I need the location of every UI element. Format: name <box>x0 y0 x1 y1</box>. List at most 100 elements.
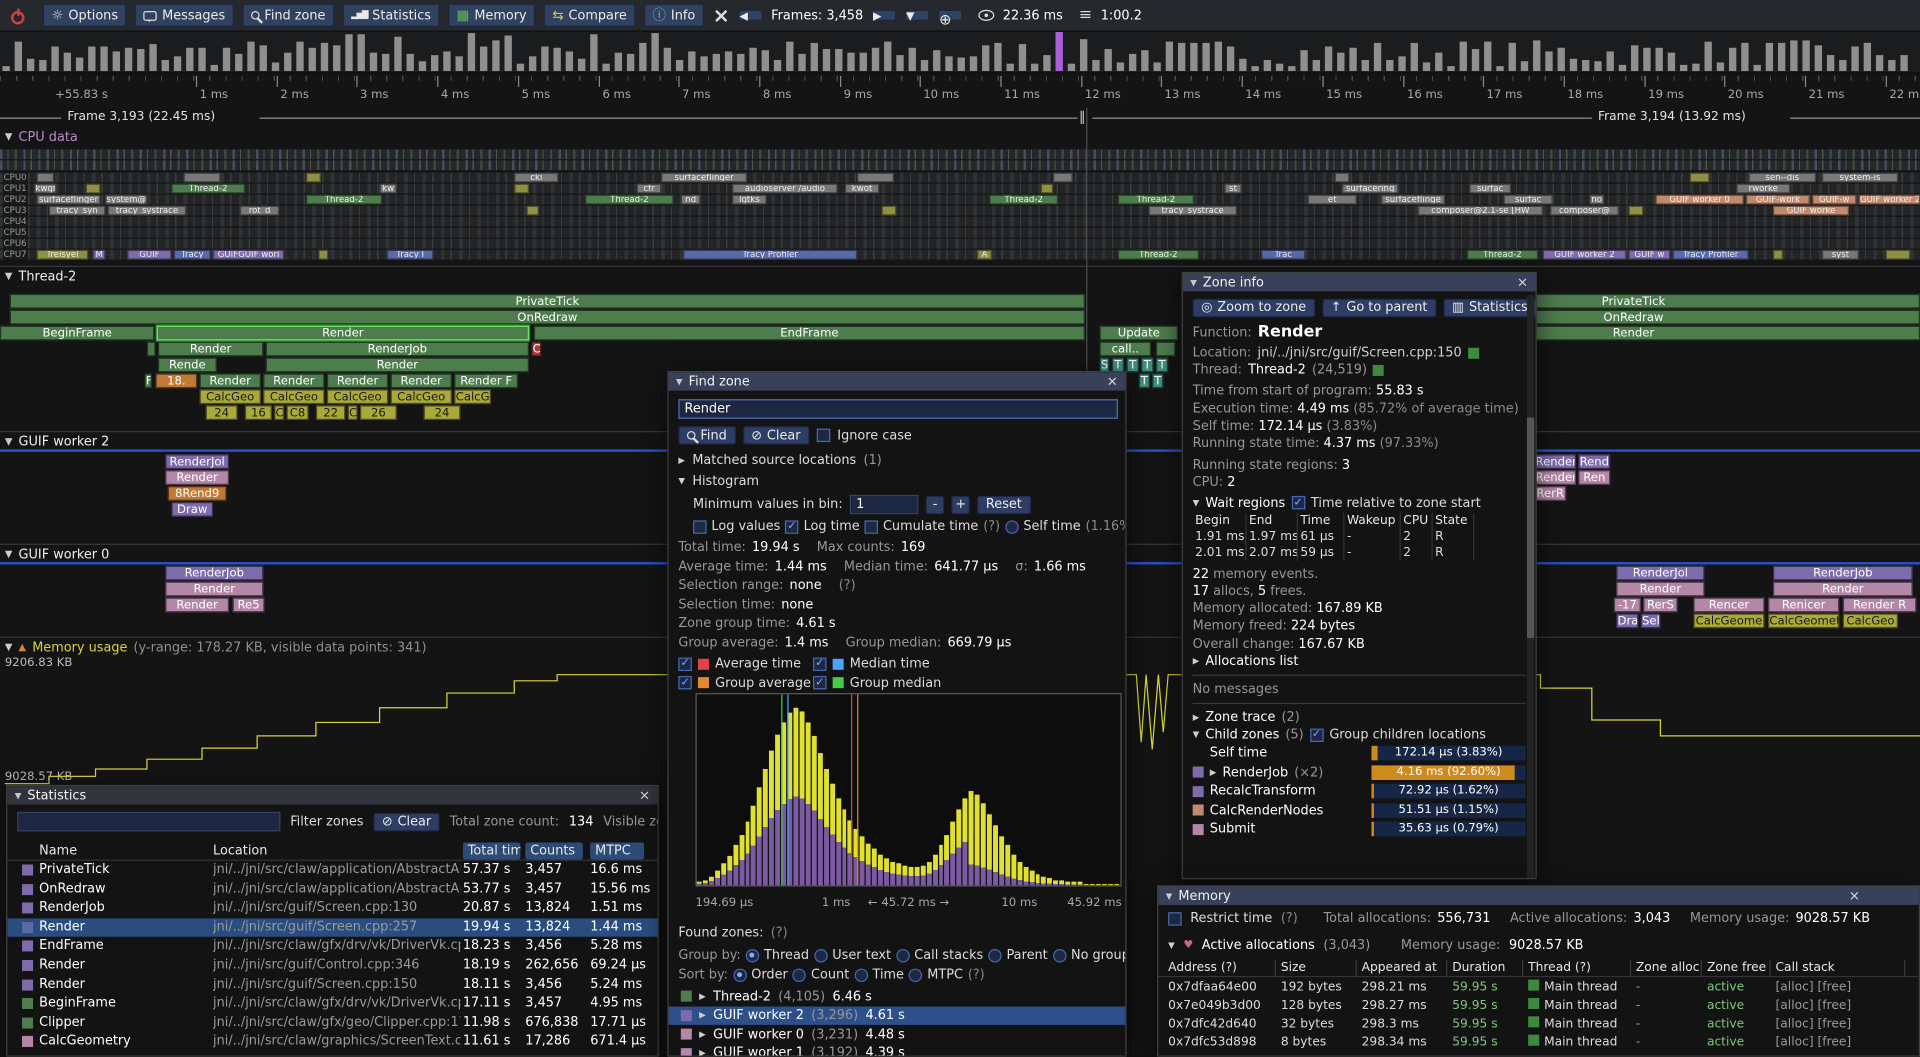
cpu-zone[interactable]: GUIFGUIF worl <box>213 250 284 260</box>
child-zones-row[interactable]: ▼ Child zones (5) ✓ Group children locat… <box>1193 727 1526 744</box>
frame-bar[interactable] <box>1692 63 1699 71</box>
frame-bar[interactable] <box>700 56 707 71</box>
frame-bar[interactable] <box>835 49 842 71</box>
frame-bar[interactable] <box>1166 42 1173 71</box>
frame-bar[interactable] <box>651 34 658 71</box>
find-zone-search-input[interactable]: Render <box>678 399 1118 419</box>
frame-bar[interactable] <box>1900 55 1907 71</box>
frame-bar[interactable] <box>553 48 560 71</box>
frame-bar[interactable] <box>860 53 867 71</box>
timeline-zone[interactable]: OnRedraw <box>10 310 1085 325</box>
frame-bar[interactable] <box>725 51 732 71</box>
frame-bar[interactable] <box>1827 55 1834 71</box>
cpu-zone[interactable]: surfac <box>1469 184 1511 194</box>
memory-usage-header[interactable]: ▼ ▲ Memory usage (y-range: 178.27 KB, vi… <box>5 639 427 655</box>
cpu-zone[interactable]: A <box>977 250 992 260</box>
legend-checkbox[interactable]: ✓ <box>813 657 826 670</box>
frame-bar[interactable] <box>529 56 536 71</box>
frame-bar[interactable] <box>774 60 781 71</box>
alloc-callstack-link[interactable]: [alloc] <box>1776 999 1814 1012</box>
timeline-zone[interactable]: CalcGeome <box>1693 613 1764 628</box>
frame-bar[interactable] <box>517 64 524 71</box>
timeline-zone[interactable] <box>147 342 156 357</box>
frame-bar[interactable] <box>872 48 879 71</box>
frame-bar[interactable] <box>333 46 340 71</box>
frame-bar[interactable] <box>1570 59 1577 71</box>
table-row[interactable]: CalcGeometryjni/../jni/src/claw/graphics… <box>7 1033 658 1052</box>
scrollbar[interactable] <box>1527 295 1534 878</box>
radio-count[interactable] <box>793 968 806 981</box>
frame-bar[interactable] <box>1888 60 1895 71</box>
cpu-zone[interactable]: Thread-2 <box>1467 250 1538 260</box>
find-zone-button[interactable]: Find zone <box>242 4 334 27</box>
frame-bar[interactable] <box>909 47 916 71</box>
frame-bar[interactable] <box>260 45 267 71</box>
collapse-icon[interactable]: ▼ <box>1190 277 1197 287</box>
frame-bar[interactable] <box>1031 64 1038 71</box>
frame-bar[interactable] <box>1594 61 1601 71</box>
close-icon[interactable]: × <box>639 789 650 802</box>
frame-bar[interactable] <box>370 53 377 71</box>
frame-bar[interactable] <box>223 48 230 71</box>
table-row[interactable]: RenderJobjni/../jni/src/guif/Screen.cpp:… <box>7 899 658 918</box>
table-row[interactable]: Renderjni/../jni/src/guif/Screen.cpp:257… <box>7 918 658 937</box>
table-row[interactable]: Clipperjni/../jni/src/claw/gfx/geo/Clipp… <box>7 1014 658 1033</box>
close-icon[interactable]: × <box>1107 375 1118 388</box>
alloc-callstack-link[interactable]: [alloc] <box>1776 1018 1814 1031</box>
frame-bar[interactable] <box>480 46 487 71</box>
timeline-zone[interactable]: Render <box>158 342 263 357</box>
timeline-zone[interactable]: Render <box>263 373 324 388</box>
group-children-checkbox[interactable]: ✓ <box>1310 729 1323 742</box>
scrollbar-thumb[interactable] <box>1527 418 1534 638</box>
cpu-zone[interactable]: surfaceflinge <box>1381 195 1445 205</box>
column-header-counts[interactable]: Counts <box>525 842 583 859</box>
timeline-zone[interactable]: Render R <box>1843 598 1916 613</box>
timeline-zone[interactable]: Render <box>165 598 229 613</box>
frame-bar[interactable] <box>811 43 818 71</box>
frame-bar[interactable] <box>1276 64 1283 71</box>
cpu-zone[interactable]: GUIF worker 0 <box>1656 195 1744 205</box>
frame-bar[interactable] <box>786 42 793 71</box>
cpu-zone[interactable]: sen--dis <box>1749 173 1816 183</box>
child-zone-row[interactable]: CalcRenderNodes51.51 µs (1.15%) <box>1193 801 1526 820</box>
compare-button[interactable]: ⇆Compare <box>544 4 636 27</box>
timeline-zone[interactable]: T <box>1139 373 1150 388</box>
legend-checkbox[interactable]: ✓ <box>678 676 691 689</box>
cpu-zone[interactable]: Tracy Profiler <box>683 250 857 260</box>
thread-header-thread-2[interactable]: ▼Thread-2 <box>5 268 76 284</box>
frame-bar[interactable] <box>1215 42 1222 71</box>
child-zone-row[interactable]: ▶RenderJob(×2)4.16 ms (92.60%) <box>1193 763 1526 782</box>
frame-bar[interactable] <box>504 35 511 71</box>
column-header-zone-alloc[interactable]: Zone alloc <box>1631 960 1702 977</box>
timeline-zone[interactable]: Renicer <box>1768 598 1839 613</box>
timeline-zone[interactable]: T <box>1156 358 1168 373</box>
timeline-zone[interactable]: 24 <box>206 405 238 420</box>
frame-bar[interactable] <box>1729 48 1736 71</box>
frame-bar[interactable] <box>1398 56 1405 71</box>
timeline-zone[interactable]: RerS <box>1643 598 1677 613</box>
frame-bar[interactable] <box>1545 51 1552 71</box>
timeline-zone[interactable]: RenderJob <box>1773 566 1913 581</box>
active-allocations-header[interactable]: ▼ ♥ Active allocations (3,043) Memory us… <box>1158 938 1920 953</box>
timeline-zone[interactable]: Render F <box>454 373 518 388</box>
timeline-zone[interactable]: CalcGeo <box>327 389 388 404</box>
frame-bar[interactable] <box>419 61 426 71</box>
cpu-zone[interactable]: rworke <box>1736 184 1790 194</box>
decrement-button[interactable]: - <box>926 495 944 513</box>
frame-bar[interactable] <box>1802 41 1809 71</box>
found-zone-row[interactable]: ▶GUIF worker 1(3,192)4.39 s <box>669 1044 1127 1057</box>
cpu-zone[interactable] <box>1041 184 1053 194</box>
wait-regions-header[interactable]: ▼ Wait regions ✓ Time relative to zone s… <box>1193 494 1526 511</box>
source-toggle-icon[interactable] <box>1468 347 1479 358</box>
crosshair-button[interactable]: ⊕ <box>938 10 962 21</box>
frame-bar[interactable] <box>615 53 622 71</box>
help-icon[interactable]: (?) <box>968 967 985 982</box>
timeline-zone[interactable]: 26 <box>360 405 397 420</box>
statistics-button[interactable]: ▂▅▇Statistics <box>343 4 440 27</box>
frame-bar[interactable] <box>1386 60 1393 71</box>
frame-bar[interactable] <box>1521 61 1528 71</box>
frame-bar[interactable] <box>1582 60 1589 71</box>
radio-call-stacks[interactable] <box>896 948 909 961</box>
frame-bar[interactable] <box>1704 42 1711 71</box>
timeline-zone[interactable]: CalcGeo <box>263 389 324 404</box>
